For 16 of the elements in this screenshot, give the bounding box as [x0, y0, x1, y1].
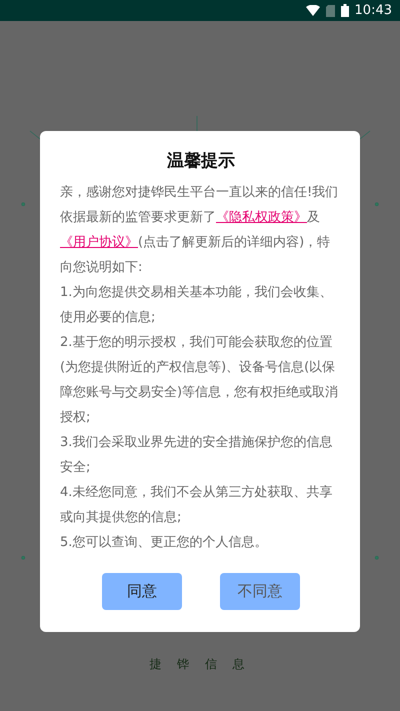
intro-paragraph: 亲，感谢您对捷铧民生平台一直以来的信任!我们依据最新的监管要求更新了《隐私权政策》及 《用户协议》(点击了解更新后的详细内容)，特向您说明如下: — [60, 184, 340, 277]
notice-item: 5.您可以查询、更正您的个人信息。 — [60, 534, 268, 552]
no-sim-icon — [326, 4, 335, 16]
notice-item: 4.未经您同意，我们不会从第三方处获取、共享或向其提供您的信息; — [60, 484, 334, 527]
dialog-title: 温馨提示 — [166, 150, 236, 172]
notice-item: 3.我们会采取业界先进的安全措施保护您的信息安全; — [60, 434, 334, 477]
disagree-button[interactable]: 不同意 — [220, 573, 300, 610]
policy-link[interactable]: 《用户协议》 — [60, 235, 138, 250]
notice-item: 2.基于您的明示授权，我们可能会获取您的位置(为您提供附近的产权信息等)、设备号信息(以保障您账号与交易安全)等信息，您有权拒绝或取消授权; — [60, 334, 340, 427]
wifi-icon — [306, 5, 320, 16]
policy-link[interactable]: 《隐私权政策》 — [216, 210, 307, 225]
status-time: 10:43 — [354, 3, 392, 18]
notice-item: 1.为向您提供交易相关基本功能，我们会收集、使用必要的信息; — [60, 284, 334, 327]
brand-text: 捷 铧 信 息 — [149, 656, 251, 673]
battery-icon — [340, 4, 349, 17]
agree-button[interactable]: 同意 — [102, 573, 182, 610]
